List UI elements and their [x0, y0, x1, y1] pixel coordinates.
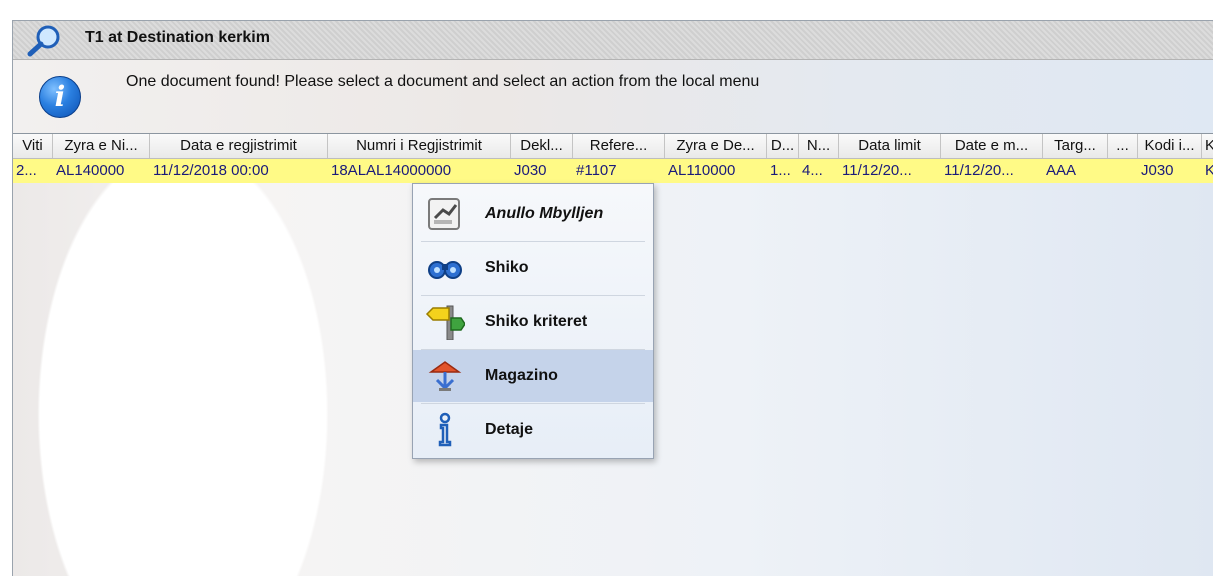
warehouse-icon: [428, 361, 462, 391]
table-cell: 2...: [16, 162, 37, 179]
info-detail-icon: [438, 412, 452, 447]
window-title: T1 at Destination kerkim: [85, 29, 270, 46]
menu-item-label: Anullo Mbylljen: [485, 205, 604, 222]
context-menu: Anullo Mbylljen Shiko Shiko kriteret Mag…: [412, 183, 654, 459]
table-cell: 11/12/20...: [842, 162, 912, 179]
info-message: One document found! Please select a docu…: [126, 73, 760, 90]
binoculars-icon: [428, 261, 462, 279]
info-bar: i One document found! Please select a do…: [13, 60, 1213, 133]
menu-item-label: Shiko kriteret: [485, 313, 588, 330]
table-header: Viti Zyra e Ni... Data e regjistrimit Nu…: [13, 134, 1213, 159]
table-cell: AL140000: [56, 162, 125, 179]
menu-item-magazino[interactable]: Magazino: [413, 350, 653, 402]
column-header[interactable]: Targ...: [1043, 134, 1108, 158]
table-cell: J030: [514, 162, 547, 179]
table-cell: 11/12/20...: [944, 162, 1014, 179]
column-header[interactable]: Zyra e Ni...: [53, 134, 150, 158]
table-cell: #1107: [576, 162, 617, 179]
cancel-close-icon: [428, 198, 460, 230]
column-header[interactable]: N...: [799, 134, 839, 158]
table-cell: 18ALAL14000000: [331, 162, 452, 179]
table-cell: [1108, 159, 1138, 183]
column-header[interactable]: Viti: [13, 134, 53, 158]
menu-item-shiko-kriteret[interactable]: Shiko kriteret: [413, 296, 653, 348]
table-cell: 4...: [802, 162, 823, 179]
menu-item-label: Shiko: [485, 259, 529, 276]
table-row[interactable]: 2... AL140000 11/12/2018 00:00 18ALAL140…: [13, 159, 1213, 183]
column-header[interactable]: Refere...: [573, 134, 665, 158]
column-header[interactable]: D...: [767, 134, 799, 158]
menu-item-label: Magazino: [485, 367, 558, 384]
menu-item-label: Detaje: [485, 421, 534, 438]
info-icon: i: [39, 76, 81, 118]
menu-item-detaje[interactable]: Detaje: [413, 404, 653, 456]
column-header[interactable]: Dekl...: [511, 134, 573, 158]
magnifier-search-icon: [27, 25, 60, 57]
signpost-icon: [425, 305, 465, 340]
column-header[interactable]: Date e m...: [941, 134, 1043, 158]
table-cell: AL110000: [668, 162, 736, 179]
table-cell: AAA: [1046, 162, 1077, 179]
column-header[interactable]: Zyra e De...: [665, 134, 767, 158]
title-bar: T1 at Destination kerkim: [13, 21, 1213, 60]
column-header[interactable]: Data limit: [839, 134, 941, 158]
menu-item-anullo-mbylljen[interactable]: Anullo Mbylljen: [413, 188, 653, 240]
menu-item-shiko[interactable]: Shiko: [413, 242, 653, 294]
column-header[interactable]: K: [1202, 134, 1213, 158]
column-header[interactable]: Kodi i...: [1138, 134, 1202, 158]
table-cell: 11/12/2018 00:00: [153, 162, 269, 179]
column-header[interactable]: Data e regjistrimit: [150, 134, 328, 158]
table-cell: 1...: [770, 162, 791, 179]
column-header[interactable]: ...: [1108, 134, 1138, 158]
table-cell: J030: [1141, 162, 1174, 179]
table-cell: K: [1202, 159, 1213, 183]
column-header[interactable]: Numri i Regjistrimit: [328, 134, 511, 158]
